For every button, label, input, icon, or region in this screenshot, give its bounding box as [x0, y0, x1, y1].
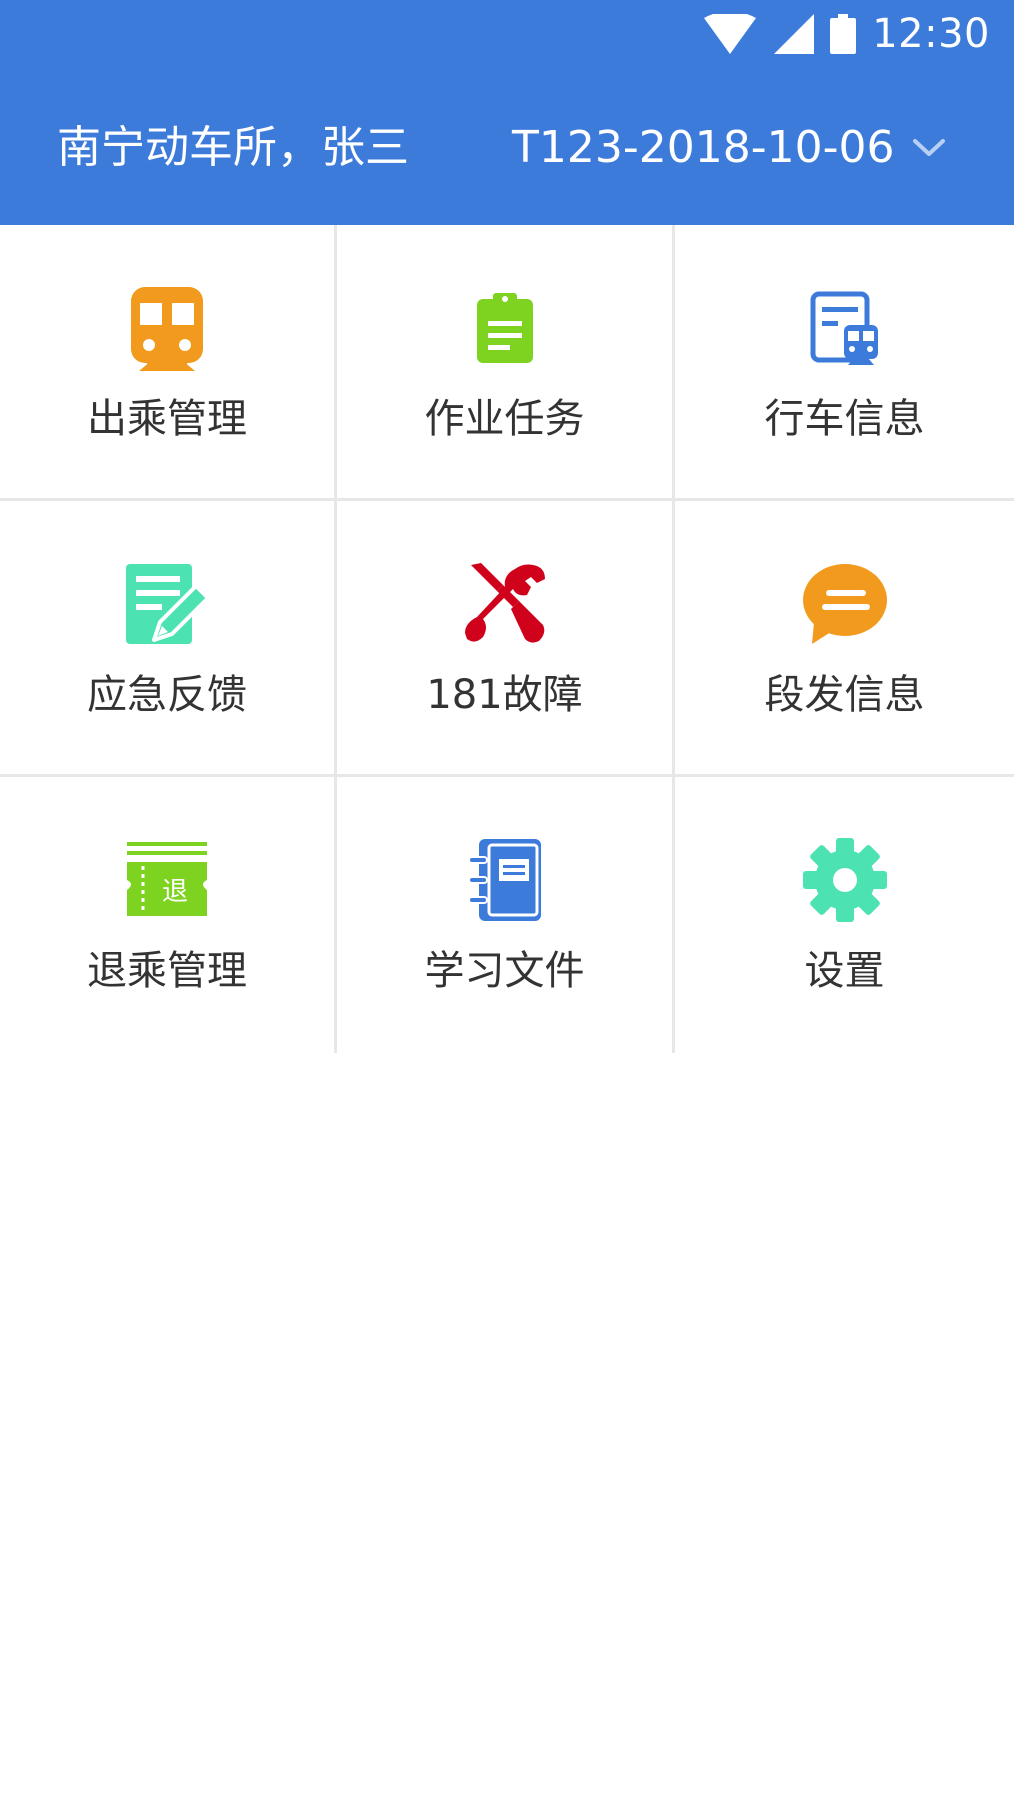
- menu-item-label: 设置: [804, 948, 885, 994]
- status-time: 12:30: [872, 11, 990, 57]
- menu-item-label: 应急反馈: [87, 672, 247, 718]
- signal-icon: [774, 14, 815, 54]
- train-icon: [121, 282, 213, 374]
- header-bar: 12:30 南宁动车所，张三 T123-2018-10-06: [0, 0, 1014, 225]
- menu-item-emergency-feedback[interactable]: 应急反馈: [0, 501, 337, 777]
- battery-icon: [830, 14, 857, 54]
- menu-item-label: 作业任务: [424, 396, 585, 442]
- menu-item-work-tasks[interactable]: 作业任务: [337, 225, 675, 501]
- repair-tools-icon: [459, 558, 551, 650]
- train-info-icon: [799, 282, 891, 374]
- train-date-value: T123-2018-10-06: [512, 122, 895, 173]
- menu-item-label: 段发信息: [764, 672, 925, 718]
- menu-item-label: 出乘管理: [87, 396, 247, 442]
- edit-document-icon: [121, 558, 213, 650]
- gear-icon: [799, 834, 891, 926]
- menu-item-label: 退乘管理: [87, 948, 247, 994]
- message-bubble-icon: [799, 558, 891, 650]
- notebook-icon: [459, 834, 551, 926]
- menu-item-depot-messages[interactable]: 段发信息: [675, 501, 1014, 777]
- chevron-down-icon: [912, 138, 946, 158]
- menu-item-train-info[interactable]: 行车信息: [675, 225, 1014, 501]
- wifi-icon: [702, 11, 758, 54]
- status-bar: 12:30: [702, 10, 990, 58]
- menu-item-study-documents[interactable]: 学习文件: [337, 777, 675, 1053]
- menu-item-boarding-management[interactable]: 出乘管理: [0, 225, 337, 501]
- app-root: 12:30 南宁动车所，张三 T123-2018-10-06 出乘管理 作业任务…: [0, 0, 1014, 1802]
- empty-content-area: [0, 1053, 1014, 1802]
- menu-item-deboarding-management[interactable]: 退 退乘管理: [0, 777, 337, 1053]
- menu-item-181-fault[interactable]: 181故障: [337, 501, 675, 777]
- refund-ticket-icon: 退: [121, 834, 213, 926]
- menu-grid: 出乘管理 作业任务 行车信息 应急反馈 181故障 段发信息 退 退乘管理 学习…: [0, 225, 1014, 1053]
- refund-ticket-glyph: 退: [162, 877, 188, 907]
- clipboard-icon: [459, 282, 551, 374]
- menu-item-settings[interactable]: 设置: [675, 777, 1014, 1053]
- menu-item-label: 学习文件: [424, 948, 585, 994]
- train-date-selector[interactable]: T123-2018-10-06: [512, 120, 946, 176]
- menu-item-label: 181故障: [426, 672, 583, 718]
- menu-item-label: 行车信息: [764, 396, 925, 442]
- station-user-label: 南宁动车所，张三: [57, 122, 409, 173]
